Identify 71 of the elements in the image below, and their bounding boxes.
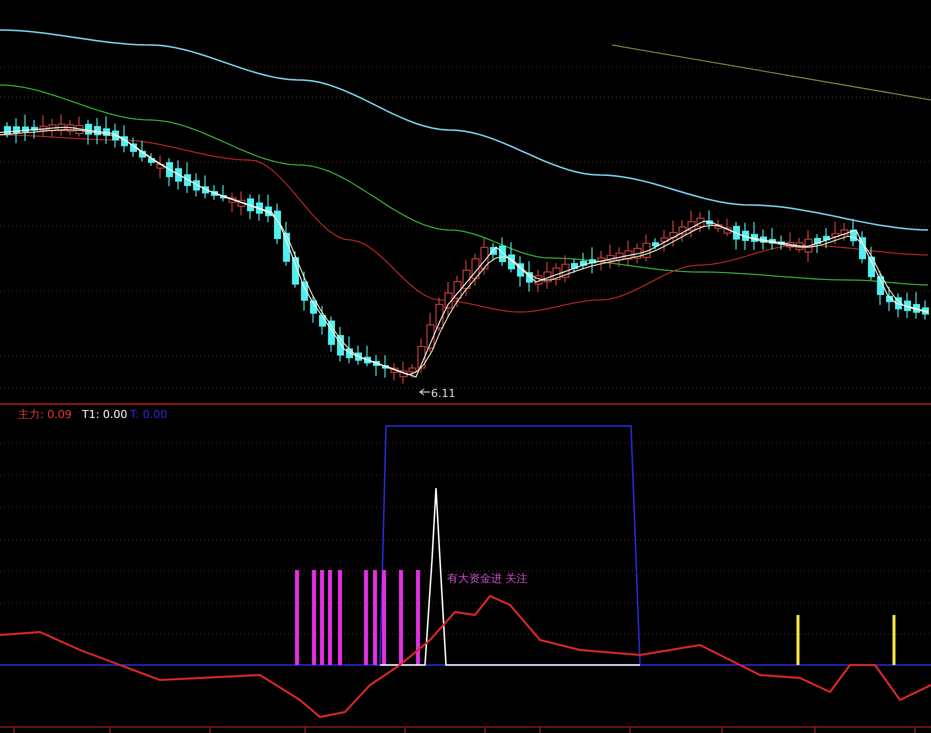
candlestick xyxy=(706,210,713,230)
candlestick xyxy=(166,158,173,187)
candlestick xyxy=(355,345,362,366)
candlestick xyxy=(589,246,596,274)
candlestick xyxy=(148,152,155,166)
candlestick xyxy=(85,119,92,146)
candlestick xyxy=(156,154,164,179)
candlestick xyxy=(121,124,128,153)
candlestick xyxy=(580,252,587,270)
candlestick xyxy=(337,326,344,362)
candlestick xyxy=(823,227,830,249)
signal-bar xyxy=(796,615,800,665)
candlestick xyxy=(265,194,272,223)
signal-bar xyxy=(892,615,896,665)
candlestick xyxy=(112,123,119,148)
candlestick xyxy=(922,300,929,320)
candlestick xyxy=(283,221,290,266)
candlestick xyxy=(499,237,506,267)
indicator-legend-value: 主力: 0.09 xyxy=(18,408,72,421)
candlestick xyxy=(742,222,749,250)
candlestick xyxy=(130,137,137,158)
indicator-legend-value: T1: 0.00 xyxy=(82,408,128,421)
candlestick xyxy=(760,229,767,250)
candlestick xyxy=(508,242,515,273)
candlestick xyxy=(22,114,29,142)
candlestick xyxy=(193,172,200,197)
indicator-legend-value: T: 0.00 xyxy=(130,408,168,421)
candlestick xyxy=(526,260,533,292)
candlestick xyxy=(103,116,110,144)
candlestick xyxy=(310,295,317,324)
candlestick xyxy=(364,345,371,367)
candlestick xyxy=(652,238,659,250)
candlestick xyxy=(94,118,101,145)
candlestick xyxy=(139,140,146,162)
signal-label: 有大资金进 关注 xyxy=(447,572,528,585)
candlestick xyxy=(382,354,389,378)
candlestick xyxy=(886,286,893,312)
candlestick xyxy=(256,194,263,222)
low-price-label: 6.11 xyxy=(431,387,456,400)
candlestick xyxy=(301,271,308,312)
candlestick xyxy=(769,228,776,250)
candlestick xyxy=(517,256,524,288)
candlestick xyxy=(319,306,326,336)
candlestick xyxy=(4,122,11,138)
candlestick xyxy=(859,230,866,264)
candlestick xyxy=(184,162,191,194)
candlestick xyxy=(904,292,911,319)
candlestick xyxy=(751,222,758,250)
candlestick xyxy=(211,184,218,200)
candlestick xyxy=(814,233,821,254)
candlestick xyxy=(868,246,875,281)
candlestick xyxy=(346,336,353,364)
candlestick xyxy=(220,184,227,202)
candlestick xyxy=(274,203,281,244)
candlestick xyxy=(31,119,38,140)
candlestick xyxy=(13,118,20,144)
candlestick xyxy=(373,354,380,376)
low-price-marker xyxy=(419,388,430,396)
candlestick xyxy=(571,258,578,274)
candlestick xyxy=(877,270,884,306)
candlestick xyxy=(292,250,299,288)
candlestick xyxy=(175,160,182,190)
candlestick xyxy=(913,292,920,320)
candlestick xyxy=(733,221,740,250)
candlestick xyxy=(247,194,254,220)
candlestick xyxy=(895,292,902,318)
candlestick xyxy=(850,218,857,247)
candlestick xyxy=(202,174,209,199)
candlestick xyxy=(490,242,497,260)
candlestick xyxy=(328,316,335,352)
candlestick xyxy=(778,235,785,250)
